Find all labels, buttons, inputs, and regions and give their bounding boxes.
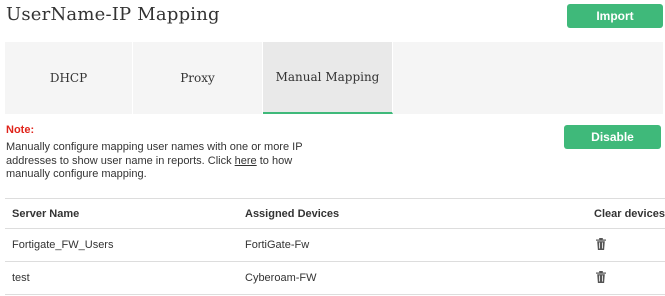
mapping-table: Server Name Assigned Devices Clear devic… [5, 198, 665, 295]
disable-button[interactable]: Disable [564, 125, 661, 149]
tab-proxy-label: Proxy [180, 71, 215, 85]
tab-manual-mapping[interactable]: Manual Mapping [263, 42, 393, 114]
page-title: UserName-IP Mapping [6, 4, 220, 25]
table-row: Fortigate_FW_Users FortiGate-Fw [5, 229, 665, 262]
column-header-server-name: Server Name [12, 208, 80, 220]
column-header-assigned-devices: Assigned Devices [245, 208, 340, 220]
mapping-tabs: DHCP Proxy Manual Mapping [5, 42, 663, 114]
table-row: test Cyberoam-FW [5, 262, 665, 295]
assigned-devices-cell: Cyberoam-FW [245, 272, 317, 284]
note-text: Manually configure mapping user names wi… [6, 141, 316, 182]
trash-icon[interactable] [596, 238, 606, 250]
trash-icon[interactable] [596, 271, 606, 283]
import-button[interactable]: Import [567, 4, 663, 28]
server-name-cell: test [12, 272, 30, 284]
tab-dhcp-label: DHCP [49, 71, 88, 85]
column-header-clear-devices: Clear devices [594, 208, 665, 220]
tab-manual-mapping-label: Manual Mapping [275, 70, 380, 84]
note-label: Note: [6, 124, 35, 136]
assigned-devices-cell: FortiGate-Fw [245, 239, 310, 251]
tab-proxy[interactable]: Proxy [133, 42, 263, 114]
server-name-cell: Fortigate_FW_Users [12, 239, 114, 251]
tab-dhcp[interactable]: DHCP [5, 42, 133, 114]
table-header: Server Name Assigned Devices Clear devic… [5, 198, 665, 229]
help-link[interactable]: here [235, 155, 257, 167]
